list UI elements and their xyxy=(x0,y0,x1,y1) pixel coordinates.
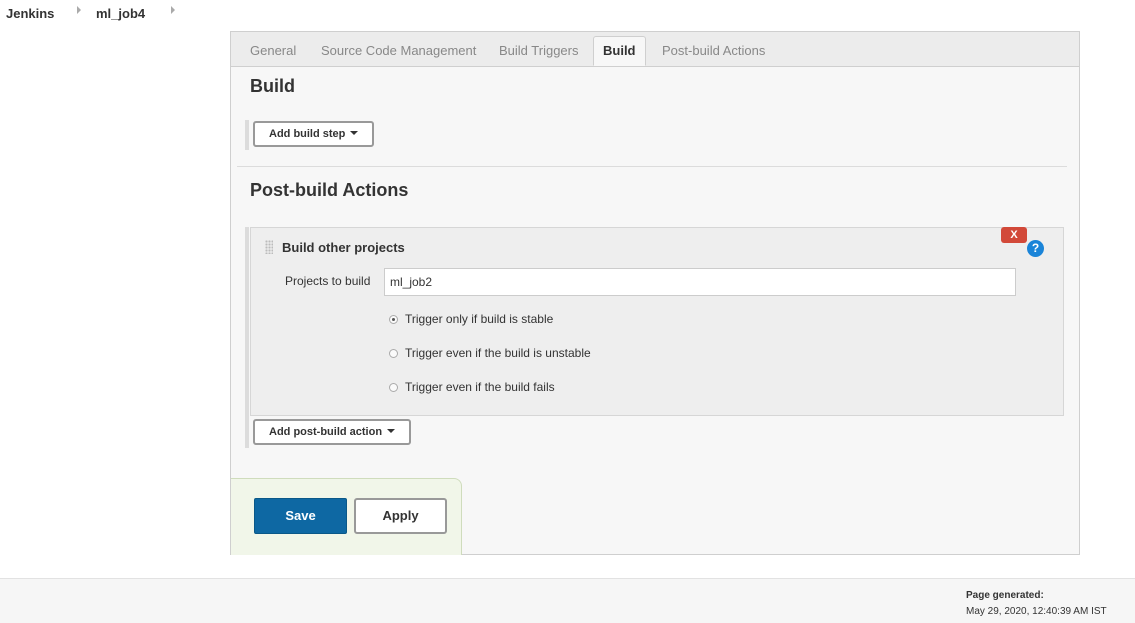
add-post-build-action-button[interactable]: Add post-build action xyxy=(253,419,412,445)
build-other-projects-title: Build other projects xyxy=(282,240,405,255)
radio-trigger-stable-label: Trigger only if build is stable xyxy=(405,312,554,326)
page-generated-label: Page generated: xyxy=(966,590,1044,601)
breadcrumb: Jenkins ml_job4 xyxy=(0,0,1135,28)
help-icon[interactable]: ? xyxy=(1027,240,1044,257)
caret-down-icon xyxy=(350,131,359,136)
apply-button[interactable]: Apply xyxy=(354,498,447,534)
caret-down-icon xyxy=(387,429,396,434)
breadcrumb-arrow-icon[interactable] xyxy=(77,6,81,14)
breadcrumb-job-link[interactable]: ml_job4 xyxy=(96,6,145,21)
breadcrumb-jenkins-link[interactable]: Jenkins xyxy=(6,6,54,21)
config-panel: General Source Code Management Build Tri… xyxy=(230,31,1080,555)
page-footer: Page generated: May 29, 2020, 12:40:39 A… xyxy=(0,578,1135,623)
add-post-build-action-label: Add post-build action xyxy=(269,426,383,438)
build-section-title: Build xyxy=(250,76,295,96)
tab-build[interactable]: Build xyxy=(593,36,646,66)
section-divider xyxy=(237,166,1067,167)
radio-trigger-fails-label: Trigger even if the build fails xyxy=(405,380,555,394)
post-build-gutter xyxy=(245,227,249,448)
radio-button-checked[interactable] xyxy=(389,315,398,324)
radio-button[interactable] xyxy=(389,349,398,358)
delete-action-button[interactable]: X xyxy=(1001,227,1027,243)
radio-trigger-unstable-label: Trigger even if the build is unstable xyxy=(405,346,591,360)
tab-general[interactable]: General xyxy=(250,43,296,58)
build-steps-gutter xyxy=(245,120,249,150)
config-tabs: General Source Code Management Build Tri… xyxy=(231,32,1079,67)
radio-button[interactable] xyxy=(389,383,398,392)
tab-source-code-management[interactable]: Source Code Management xyxy=(321,43,476,58)
page-generated-timestamp: May 29, 2020, 12:40:39 AM IST xyxy=(966,606,1107,617)
projects-to-build-input[interactable] xyxy=(384,268,1016,296)
drag-handle-icon[interactable] xyxy=(265,240,273,254)
save-apply-bar: Save Apply xyxy=(231,478,462,555)
post-build-section-title: Post-build Actions xyxy=(250,180,409,200)
breadcrumb-arrow-icon[interactable] xyxy=(171,6,175,14)
build-other-projects-block: Build other projects X ? Projects to bui… xyxy=(250,227,1064,416)
tab-build-triggers[interactable]: Build Triggers xyxy=(499,43,578,58)
save-button[interactable]: Save xyxy=(254,498,347,534)
tab-post-build-actions[interactable]: Post-build Actions xyxy=(662,43,765,58)
add-build-step-button[interactable]: Add build step xyxy=(253,121,375,147)
add-build-step-label: Add build step xyxy=(269,128,346,140)
projects-to-build-label: Projects to build xyxy=(285,274,371,288)
